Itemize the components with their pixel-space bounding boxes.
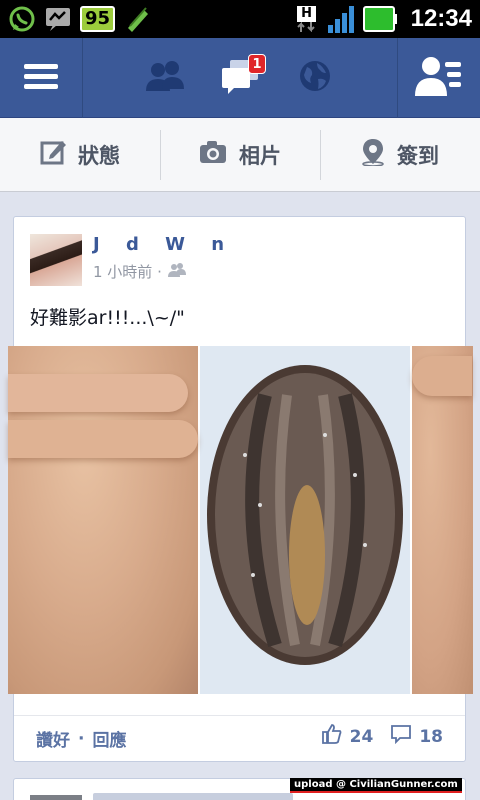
network-h-icon: H	[295, 5, 319, 33]
messages-button[interactable]	[205, 38, 275, 118]
separator-dot: ·	[78, 728, 85, 749]
like-count[interactable]: 24	[321, 724, 374, 749]
edit-status-icon	[40, 139, 66, 170]
checkin-label: 簽到	[397, 143, 439, 168]
checkin-button[interactable]: 簽到	[320, 118, 480, 191]
friends-audience-icon	[167, 262, 186, 281]
author-name-placeholder	[93, 793, 293, 800]
camera-icon	[199, 140, 227, 169]
photo-left-panel	[8, 346, 198, 694]
avatar[interactable]	[30, 234, 82, 286]
comment-count-value: 18	[419, 726, 443, 747]
comment-bubble-icon	[391, 724, 412, 749]
menu-button[interactable]	[0, 38, 82, 118]
profile-button[interactable]	[398, 38, 480, 118]
post-meta: 1 小時前 ·	[93, 261, 186, 282]
comment-count[interactable]: 18	[391, 724, 443, 749]
photo-right-panel	[412, 346, 473, 694]
facebook-nav-bar: 1	[0, 38, 480, 118]
like-link[interactable]: 讚好	[36, 726, 70, 751]
comment-link[interactable]: 回應	[92, 726, 126, 751]
signal-icon	[327, 5, 355, 33]
messenger-icon	[44, 5, 72, 33]
profile-list-icon	[415, 56, 463, 100]
thumbs-up-icon	[321, 724, 342, 749]
photo-label: 相片	[239, 143, 281, 168]
publisher-bar: 狀態 相片 簽到	[0, 118, 480, 192]
clock: 12:34	[410, 5, 472, 32]
friend-requests-button[interactable]	[130, 38, 200, 118]
battery-percent: 95	[80, 6, 116, 32]
messages-badge: 1	[248, 54, 266, 74]
photo-middle-panel	[198, 346, 412, 694]
notifications-globe-icon	[298, 59, 332, 97]
friend-requests-icon	[145, 59, 185, 97]
whatsapp-icon	[8, 5, 36, 33]
pencil-icon	[123, 5, 151, 33]
location-pin-icon	[361, 138, 385, 171]
status-button[interactable]: 狀態	[0, 118, 160, 191]
post-time[interactable]: 1 小時前 ·	[93, 261, 162, 282]
watermark: upload @ CivilianGunner.com	[290, 778, 462, 793]
photo-button[interactable]: 相片	[160, 118, 320, 191]
author-name[interactable]: J d W n	[93, 234, 234, 255]
status-bar: 95 H 12:34	[0, 0, 480, 38]
story-footer: 讚好 · 回應 24 18	[14, 715, 465, 761]
menu-icon	[24, 62, 58, 94]
battery-icon	[362, 5, 397, 33]
post-photo[interactable]	[8, 346, 473, 694]
post-message: 好難影ar!!!...\~/"	[30, 307, 185, 329]
like-count-value: 24	[349, 726, 374, 747]
avatar[interactable]	[30, 795, 82, 800]
notifications-button[interactable]	[280, 38, 350, 118]
status-label: 狀態	[78, 143, 120, 168]
